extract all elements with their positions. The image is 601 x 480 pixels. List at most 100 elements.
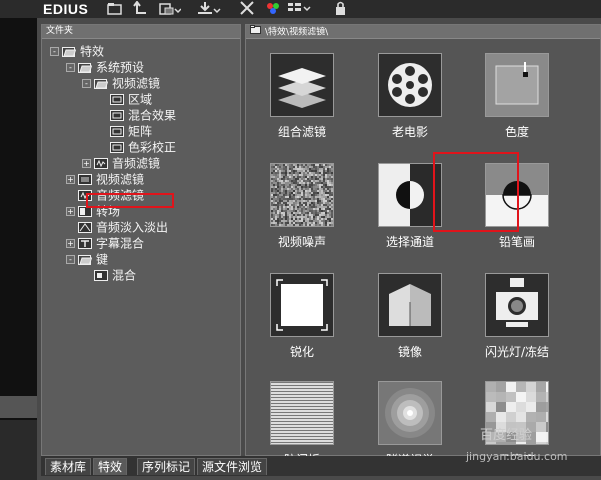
folder-pane-header: 文件夹 bbox=[42, 25, 240, 39]
filter-icon bbox=[110, 94, 124, 105]
old-film-icon[interactable] bbox=[378, 53, 442, 117]
tree-item-label: 混合 bbox=[112, 268, 137, 283]
effect-label: 老电影 bbox=[391, 125, 428, 139]
tree-item-label: 音频淡入淡出 bbox=[96, 220, 169, 235]
tab-1[interactable]: 特效 bbox=[93, 458, 128, 475]
sharpen-icon[interactable] bbox=[270, 273, 334, 337]
bin-view-icon[interactable] bbox=[159, 1, 181, 16]
effect-item[interactable]: 闪光灯/冻结 bbox=[473, 269, 563, 369]
tree-item-label: 视频滤镜 bbox=[96, 172, 145, 187]
toolbar: EDIUS bbox=[37, 0, 601, 18]
effect-label: 铅笔画 bbox=[498, 235, 535, 249]
effect-label: 镜像 bbox=[397, 345, 422, 359]
effect-label: 色度 bbox=[504, 125, 529, 139]
combine-filter-icon[interactable] bbox=[270, 53, 334, 117]
collapse-icon[interactable]: - bbox=[82, 79, 91, 88]
collapse-icon[interactable]: - bbox=[66, 255, 75, 264]
tree-item-label: 系统预设 bbox=[96, 60, 145, 75]
tab-3[interactable]: 源文件浏览 bbox=[197, 458, 268, 475]
collapse-icon[interactable]: - bbox=[66, 63, 75, 72]
lock-icon[interactable] bbox=[333, 1, 349, 16]
folder-up-icon[interactable] bbox=[133, 1, 149, 16]
tree-item[interactable]: + 视频滤镜 bbox=[66, 171, 144, 187]
path-text: \特效\视频滤镜\ bbox=[265, 27, 329, 38]
expand-icon[interactable]: + bbox=[66, 239, 75, 248]
tree-item[interactable]: 音频淡入淡出 bbox=[66, 219, 168, 235]
tree-item[interactable]: 区域 bbox=[98, 91, 152, 107]
effect-item[interactable]: 色度 bbox=[473, 49, 563, 149]
folder-icon bbox=[250, 25, 261, 38]
tree-item[interactable]: 色彩校正 bbox=[98, 139, 176, 155]
effects-content-pane: \特效\视频滤镜\ 组合滤镜 老电影 色度视频噪声 选择通道 铅笔画锐化 镜像 闪光灯/冻结… bbox=[245, 24, 601, 467]
filter-icon bbox=[110, 110, 124, 121]
effect-item[interactable]: 老电影 bbox=[366, 49, 456, 149]
effect-label: 组合滤镜 bbox=[277, 125, 326, 139]
tree-item-label: 键 bbox=[96, 252, 109, 267]
left-strip-divider bbox=[0, 396, 37, 418]
effect-label: 锐化 bbox=[289, 345, 314, 359]
left-strip-bottom bbox=[0, 420, 37, 480]
tree-item[interactable]: + 音频滤镜 bbox=[82, 155, 160, 171]
audio-filter-icon bbox=[94, 158, 108, 169]
tree-item-label: 色彩校正 bbox=[128, 140, 177, 155]
key-icon bbox=[94, 270, 108, 281]
tree-item-label: 字幕混合 bbox=[96, 236, 145, 251]
tree-item[interactable]: -键 bbox=[66, 251, 108, 267]
tunnel-vision-icon[interactable] bbox=[378, 381, 442, 445]
tree-item-label: 音频滤镜 bbox=[112, 156, 161, 171]
delete-icon[interactable] bbox=[239, 1, 255, 16]
folder-open-icon bbox=[78, 254, 92, 265]
tree-item[interactable]: - 视频滤镜 bbox=[82, 75, 160, 91]
video-noise-icon[interactable] bbox=[270, 163, 334, 227]
tree-item-label: 区域 bbox=[128, 92, 153, 107]
expand-icon[interactable]: + bbox=[66, 175, 75, 184]
effects-panel: 文件夹 - 特效 - 系统预设 - 视频滤镜 区域 混合效果 矩阵 色彩校正 + 音频滤镜 + 视频滤镜音… bbox=[37, 18, 601, 480]
folder-open-icon bbox=[78, 62, 92, 73]
effect-item[interactable]: 镜像 bbox=[366, 269, 456, 369]
left-panel-strip bbox=[0, 0, 37, 480]
import-icon[interactable] bbox=[197, 1, 221, 16]
tab-2[interactable]: 序列标记 bbox=[137, 458, 196, 475]
audio-fade-icon bbox=[78, 222, 92, 233]
folder-pane: 文件夹 - 特效 - 系统预设 - 视频滤镜 区域 混合效果 矩阵 色彩校正 + 音频滤镜 + 视频滤镜音… bbox=[41, 24, 241, 456]
tree-item[interactable]: 混合 bbox=[82, 267, 136, 283]
color-icon[interactable] bbox=[265, 1, 281, 16]
tab-0[interactable]: 素材库 bbox=[45, 458, 92, 475]
effect-label: 视频噪声 bbox=[277, 235, 326, 249]
effect-item[interactable]: 锐化 bbox=[258, 269, 348, 369]
strobe-freeze-icon[interactable] bbox=[485, 273, 549, 337]
anti-flicker-icon[interactable] bbox=[270, 381, 334, 445]
effect-item[interactable]: 视频噪声 bbox=[258, 159, 348, 259]
folder-open-icon bbox=[94, 78, 108, 89]
app-title: EDIUS bbox=[43, 1, 89, 17]
tree-item-label: 矩阵 bbox=[128, 124, 153, 139]
watermark: 百度经验 bbox=[480, 428, 533, 443]
left-strip-top bbox=[0, 0, 37, 18]
expand-icon[interactable]: + bbox=[66, 207, 75, 216]
new-folder-icon[interactable] bbox=[107, 1, 123, 16]
tree-item-label: 特效 bbox=[80, 44, 105, 59]
tree-item[interactable]: 混合效果 bbox=[98, 107, 176, 123]
view-mode-icon[interactable] bbox=[287, 1, 311, 16]
mirror-icon[interactable] bbox=[378, 273, 442, 337]
path-bar: \特效\视频滤镜\ bbox=[246, 25, 600, 39]
watermark-url: jingyan.baidu.com bbox=[466, 450, 568, 463]
selection-highlight-box bbox=[86, 193, 174, 208]
tree-item[interactable]: - 系统预设 bbox=[66, 59, 144, 75]
tree-item[interactable]: 矩阵 bbox=[98, 123, 152, 139]
filter-icon bbox=[110, 142, 124, 153]
tree-item[interactable]: - 特效 bbox=[50, 43, 104, 59]
collapse-icon[interactable]: - bbox=[50, 47, 59, 56]
effect-item[interactable]: 组合滤镜 bbox=[258, 49, 348, 149]
chroma-icon[interactable] bbox=[485, 53, 549, 117]
tree-item-label: 混合效果 bbox=[128, 108, 177, 123]
tree-item[interactable]: + 字幕混合 bbox=[66, 235, 144, 251]
title-mix-icon bbox=[78, 238, 92, 249]
effect-label: 选择通道 bbox=[385, 235, 434, 249]
tree-item-label: 视频滤镜 bbox=[112, 76, 161, 91]
filter-icon bbox=[110, 126, 124, 137]
expand-icon[interactable]: + bbox=[82, 159, 91, 168]
folder-open-icon bbox=[62, 46, 76, 57]
effect-highlight-box bbox=[433, 152, 519, 232]
effect-label: 闪光灯/冻结 bbox=[484, 345, 550, 359]
